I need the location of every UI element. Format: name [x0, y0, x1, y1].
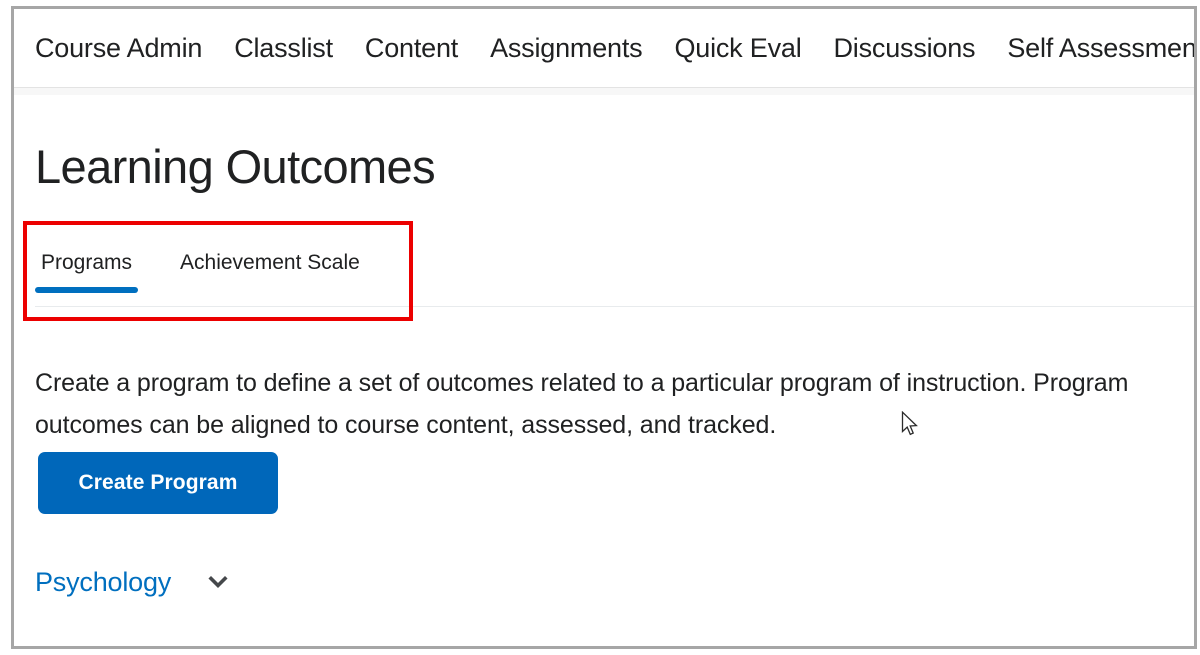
program-list-item: Psychology [35, 560, 1194, 604]
course-navbar: Course Admin Classlist Content Assignmen… [14, 9, 1194, 88]
browser-window-frame: Course Admin Classlist Content Assignmen… [11, 6, 1197, 649]
page-title: Learning Outcomes [35, 140, 436, 194]
page-description: Create a program to define a set of outc… [35, 369, 1129, 439]
nav-item-classlist[interactable]: Classlist [234, 35, 333, 62]
tab-achievement-scale[interactable]: Achievement Scale [174, 240, 366, 293]
nav-item-discussions[interactable]: Discussions [834, 35, 976, 62]
page-content: Learning Outcomes Programs Achievement S… [14, 95, 1194, 646]
tab-active-underline [35, 287, 139, 293]
create-program-button[interactable]: Create Program [38, 452, 278, 514]
nav-item-assignments[interactable]: Assignments [490, 35, 643, 62]
tab-programs-label: Programs [41, 251, 133, 274]
nav-item-course-admin[interactable]: Course Admin [35, 35, 202, 62]
nav-item-quick-eval[interactable]: Quick Eval [674, 35, 801, 62]
program-link-psychology[interactable]: Psychology [35, 568, 171, 596]
navbar-separator [14, 88, 1194, 95]
tab-strip: Programs Achievement Scale [14, 240, 1194, 307]
tab-programs[interactable]: Programs [35, 240, 139, 293]
tab-list: Programs Achievement Scale [35, 240, 402, 293]
nav-item-content[interactable]: Content [365, 35, 458, 62]
nav-item-self-assessments[interactable]: Self Assessments [1007, 35, 1194, 62]
screenshot-root: Course Admin Classlist Content Assignmen… [0, 0, 1200, 655]
tab-achievement-scale-label: Achievement Scale [180, 251, 360, 274]
tab-baseline-divider [35, 306, 1194, 307]
chevron-down-icon[interactable] [203, 567, 233, 597]
program-list: Psychology [35, 560, 1194, 604]
navbar-item-list: Course Admin Classlist Content Assignmen… [35, 9, 1194, 87]
